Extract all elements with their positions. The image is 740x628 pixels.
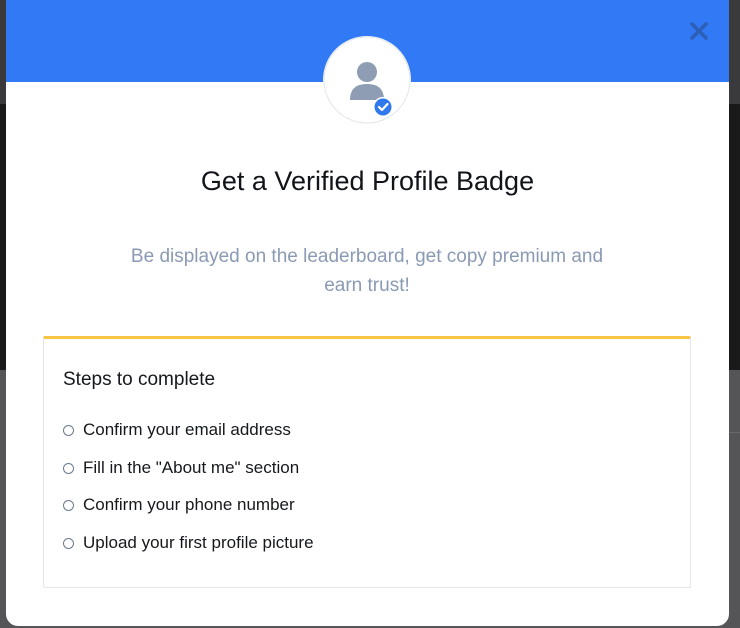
step-label: Fill in the "About me" section: [83, 458, 300, 477]
verified-badge-modal: Get a Verified Profile Badge Be displaye…: [6, 0, 729, 626]
step-item: Confirm your phone number: [63, 494, 295, 516]
steps-heading: Steps to complete: [63, 369, 216, 390]
step-status-circle-icon: [63, 424, 74, 436]
user-verified-icon: [323, 36, 411, 124]
step-label: Upload your first profile picture: [83, 533, 314, 552]
step-status-circle-icon: [63, 499, 74, 511]
modal-subtitle: Be displayed on the leaderboard, get cop…: [130, 246, 604, 296]
step-item: Confirm your email address: [63, 419, 291, 441]
avatar: [323, 36, 411, 124]
step-label: Confirm your email address: [83, 420, 291, 439]
step-item: Upload your first profile picture: [63, 532, 314, 554]
close-icon[interactable]: [689, 21, 709, 41]
steps-card: Steps to complete Confirm your email add…: [43, 336, 691, 588]
step-item: Fill in the "About me" section: [63, 457, 299, 479]
modal-title: Get a Verified Profile Badge: [200, 166, 535, 196]
backdrop-divider: [728, 432, 740, 433]
step-status-circle-icon: [63, 537, 74, 549]
step-label: Confirm your phone number: [83, 495, 295, 514]
step-status-circle-icon: [63, 462, 74, 474]
